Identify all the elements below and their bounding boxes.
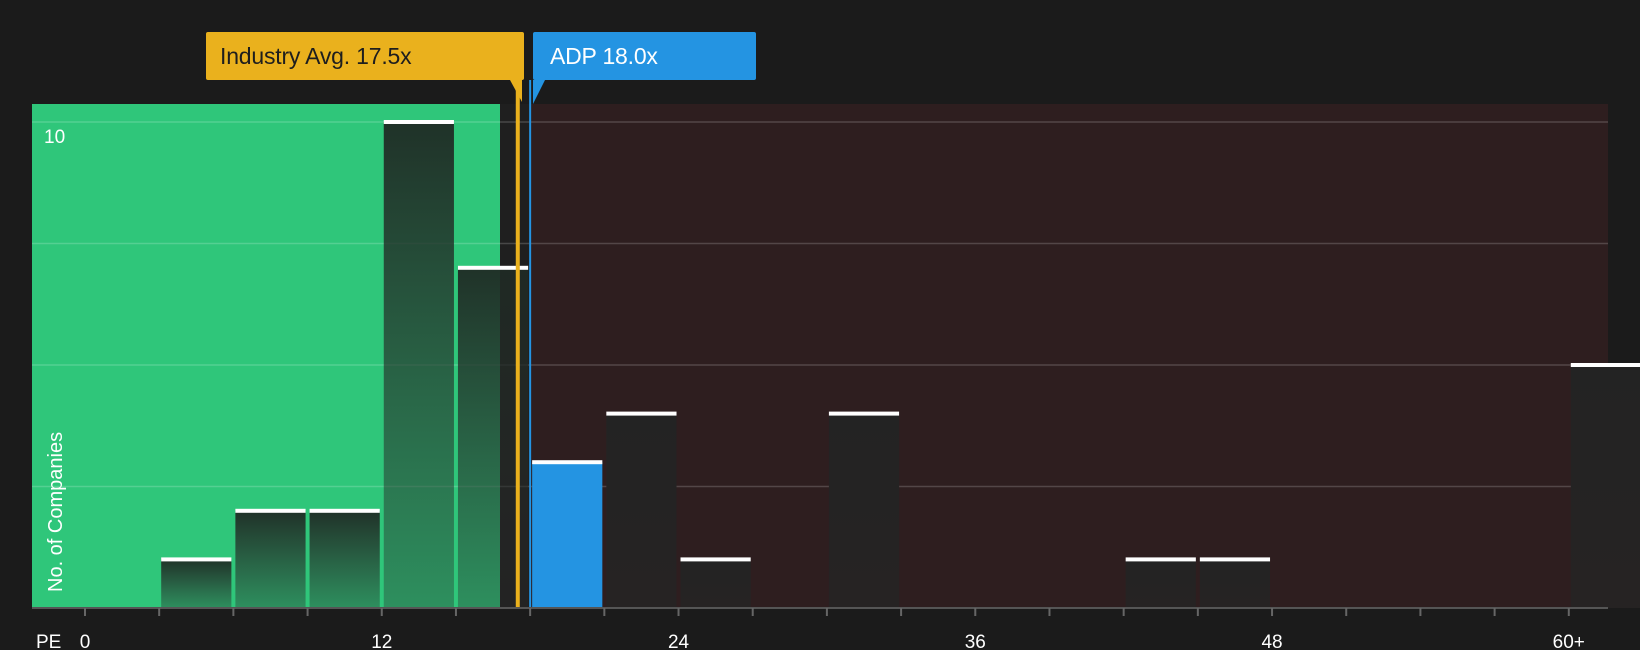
company-pe-line bbox=[529, 80, 532, 608]
histogram-bar bbox=[606, 413, 677, 608]
bar-cap bbox=[383, 120, 454, 124]
industry-average-line bbox=[515, 80, 520, 608]
histogram-bar bbox=[161, 559, 232, 608]
x-tick-label: 24 bbox=[668, 632, 690, 650]
histogram-bar bbox=[828, 413, 900, 608]
bar-cap bbox=[1199, 557, 1271, 562]
histogram-bar bbox=[1570, 365, 1640, 608]
x-tick-label: 60+ bbox=[1553, 632, 1585, 650]
industry-average-label: Industry Avg. 17.5x bbox=[206, 32, 524, 80]
histogram-bar bbox=[1199, 559, 1271, 608]
histogram-bar bbox=[680, 559, 751, 608]
bar-cap bbox=[161, 557, 232, 562]
x-tick-label: 36 bbox=[965, 632, 986, 650]
bar-cap bbox=[309, 508, 380, 513]
bar-cap bbox=[235, 508, 306, 513]
bar-cap bbox=[532, 460, 603, 465]
y-axis-label: No. of Companies bbox=[45, 432, 67, 592]
y-tick-label: 10 bbox=[44, 127, 65, 148]
histogram-bar bbox=[1125, 559, 1196, 608]
x-axis-label: PE bbox=[36, 632, 61, 650]
x-tick-label: 0 bbox=[80, 632, 91, 650]
bar-cap bbox=[1570, 363, 1640, 367]
bar-cap bbox=[606, 411, 677, 416]
industry-average-pointer bbox=[510, 80, 522, 102]
histogram-bar bbox=[383, 122, 454, 608]
bar-cap bbox=[680, 557, 751, 562]
above-average-region bbox=[530, 104, 1608, 608]
bar-cap bbox=[1125, 557, 1196, 562]
pe-distribution-chart: 0 12 24 36 48 60+ No. of Companies 10 PE bbox=[32, 80, 1640, 650]
bar-cap bbox=[828, 411, 900, 416]
company-pe-pointer bbox=[533, 80, 545, 104]
histogram-bar bbox=[235, 510, 306, 608]
company-pe-label: ADP 18.0x bbox=[533, 32, 756, 80]
x-tick-label: 12 bbox=[371, 632, 392, 650]
histogram-bar bbox=[309, 510, 380, 608]
x-tick-label: 48 bbox=[1261, 632, 1282, 650]
histogram-bar bbox=[532, 462, 603, 608]
